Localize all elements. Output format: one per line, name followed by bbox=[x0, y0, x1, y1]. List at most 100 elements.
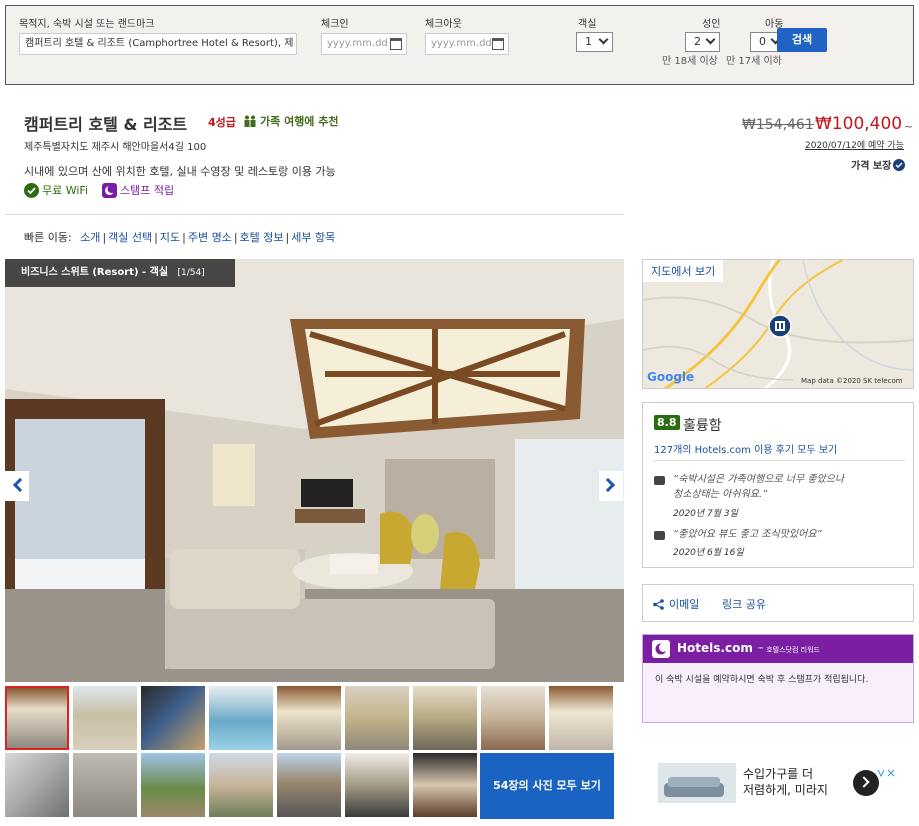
family-text: 가족 여행에 추천 bbox=[260, 115, 339, 128]
children-sub: 만 17세 이하 bbox=[726, 56, 782, 67]
thumbnail[interactable] bbox=[209, 686, 273, 750]
amenity-stamp-text: 스탬프 적립 bbox=[120, 184, 175, 197]
hotel-name: 캠퍼트리 호텔 & 리조트 bbox=[24, 115, 188, 134]
children-value: 0 bbox=[759, 35, 766, 48]
rooms-label: 객실 bbox=[578, 19, 597, 30]
rewards-tag: ™ 호텔스닷컴 리워드 bbox=[757, 646, 820, 654]
google-logo: Google bbox=[647, 370, 695, 384]
hotel-address: 제주특별자치도 제주시 해안마을서4길 100 bbox=[24, 142, 207, 153]
price-date-note[interactable]: 2020/07/12에 예약 가능 bbox=[805, 138, 904, 151]
quick-nav-label: 빠른 이동: bbox=[24, 231, 72, 244]
ad-text: 수입가구를 더 저렴하게, 미라지 bbox=[743, 766, 828, 798]
quote-icon bbox=[654, 531, 665, 540]
checkout-input[interactable]: yyyy.mm.dd bbox=[425, 33, 509, 55]
destination-input[interactable]: 캠퍼트리 호텔 & 리조트 (Camphortree Hotel & Resor… bbox=[19, 33, 297, 55]
quick-nav-hotel-info[interactable]: 호텔 정보 bbox=[240, 231, 284, 244]
share-box: 이메일 링크 공유 bbox=[642, 584, 914, 622]
photo-caption-text: 비즈니스 스위트 (Resort) - 객실 bbox=[21, 267, 169, 278]
view-all-photos-button[interactable]: 54장의 사진 모두 보기 bbox=[480, 753, 614, 819]
quick-nav-map[interactable]: 지도 bbox=[160, 231, 180, 244]
adults-sub: 만 18세 이상 bbox=[662, 56, 718, 67]
checkin-input[interactable]: yyyy.mm.dd bbox=[321, 33, 407, 55]
main-photo[interactable] bbox=[5, 259, 624, 682]
hotel-description: 시내에 있으며 산에 위치한 호텔, 실내 수영장 및 레스토랑 이용 가능 bbox=[24, 165, 336, 178]
thumbnail[interactable] bbox=[5, 753, 69, 817]
price-guarantee[interactable]: 가격 보장 bbox=[851, 157, 906, 172]
calendar-icon[interactable] bbox=[492, 38, 504, 50]
thumbnail[interactable] bbox=[73, 686, 137, 750]
share-link-button[interactable]: 링크 공유 bbox=[722, 596, 766, 612]
calendar-icon[interactable] bbox=[390, 38, 402, 50]
price-tilde: ~ bbox=[904, 120, 914, 133]
room-photo-image bbox=[5, 259, 624, 682]
moon-icon bbox=[652, 640, 670, 658]
view-map-link[interactable]: 지도에서 보기 bbox=[643, 260, 724, 282]
hotel-marker-icon[interactable] bbox=[768, 314, 792, 338]
thumbnail[interactable] bbox=[277, 753, 341, 817]
ad-line: 저렴하게, 미라지 bbox=[743, 783, 828, 797]
review-quote-line: “숙박시설은 가족여행으로 너무 좋았으나 bbox=[673, 474, 845, 485]
family-icon bbox=[244, 115, 256, 127]
review-date: 2020년 7월 3일 bbox=[673, 509, 738, 519]
share-email-text: 이메일 bbox=[669, 598, 700, 611]
ad-line: 수입가구를 더 bbox=[743, 767, 814, 781]
star-rating: 4성급 bbox=[208, 116, 236, 129]
quick-nav-details[interactable]: 세부 항목 bbox=[291, 231, 335, 244]
checkout-placeholder: yyyy.mm.dd bbox=[431, 38, 492, 49]
thumbnail[interactable] bbox=[277, 686, 341, 750]
quick-nav-attractions[interactable]: 주변 명소 bbox=[188, 231, 232, 244]
chevron-right-icon bbox=[600, 477, 616, 493]
thumbnail[interactable] bbox=[549, 686, 613, 750]
checkout-label: 체크아웃 bbox=[425, 19, 462, 30]
all-reviews-link[interactable]: 127개의 Hotels.com 이용 후기 모두 보기 bbox=[654, 441, 837, 456]
review-date: 2020년 6월 16일 bbox=[673, 548, 744, 558]
chevron-right-icon bbox=[858, 776, 870, 788]
rewards-brand: Hotels.com bbox=[677, 641, 753, 655]
map-attribution: Map data ©2020 SK telecom bbox=[801, 377, 903, 385]
quote-icon bbox=[654, 476, 665, 485]
share-email-button[interactable]: 이메일 bbox=[653, 596, 699, 612]
rewards-text: 이 숙박 시설을 예약하시면 숙박 후 스탬프가 적립됩니다. bbox=[655, 675, 869, 685]
thumbnail[interactable] bbox=[413, 753, 477, 817]
thumbnail[interactable] bbox=[73, 753, 137, 817]
thumbnail[interactable] bbox=[345, 686, 409, 750]
original-price: ₩154,461 bbox=[742, 117, 814, 133]
share-icon bbox=[653, 598, 664, 610]
quick-nav-overview[interactable]: 소개 bbox=[80, 231, 100, 244]
prev-photo-button[interactable] bbox=[5, 471, 29, 501]
amenity-wifi: 무료 WiFi bbox=[24, 182, 88, 198]
review-quote: “숙박시설은 가족여행으로 너무 좋았으나 청소상태는 아쉬워요.” bbox=[673, 472, 844, 502]
review-score-word: 훌륭함 bbox=[683, 418, 722, 434]
chevron-left-icon bbox=[12, 477, 28, 493]
thumbnail[interactable] bbox=[5, 686, 69, 750]
adults-value: 2 bbox=[694, 35, 701, 48]
review-quote-line: 청소상태는 아쉬워요.” bbox=[673, 489, 768, 500]
quick-nav-rooms[interactable]: 객실 선택 bbox=[108, 231, 152, 244]
divider bbox=[5, 214, 624, 215]
photo-caption: 비즈니스 스위트 (Resort) - 객실 [1/54] bbox=[5, 259, 235, 287]
divider bbox=[653, 460, 905, 461]
adults-select[interactable]: 2 bbox=[685, 32, 720, 52]
ad-image bbox=[658, 763, 736, 803]
rewards-header: Hotels.com ™ 호텔스닷컴 리워드 bbox=[643, 635, 913, 663]
thumbnail[interactable] bbox=[481, 686, 545, 750]
rooms-select[interactable]: 1 bbox=[576, 32, 613, 52]
amenity-stamp: 스탬프 적립 bbox=[102, 182, 174, 198]
thumbnail[interactable] bbox=[345, 753, 409, 817]
chevron-down-icon bbox=[705, 34, 716, 45]
thumbnail[interactable] bbox=[209, 753, 273, 817]
check-badge-icon bbox=[893, 158, 906, 171]
moon-icon bbox=[102, 182, 117, 198]
search-button[interactable]: 검색 bbox=[777, 28, 827, 52]
ad-close-icon[interactable] bbox=[876, 763, 896, 778]
quick-nav: 빠른 이동: 소개 | 객실 선택 | 지도 | 주변 명소 | 호텔 정보 | 세부 항목 bbox=[24, 231, 336, 244]
thumbnail[interactable] bbox=[413, 686, 477, 750]
checkin-label: 체크인 bbox=[321, 19, 349, 30]
advertisement[interactable]: 수입가구를 더 저렴하게, 미라지 bbox=[658, 763, 898, 803]
review-quote: “좋았어요 뷰도 좋고 조식맛있어요” bbox=[673, 529, 822, 540]
next-photo-button[interactable] bbox=[599, 471, 623, 501]
thumbnail[interactable] bbox=[141, 686, 205, 750]
thumbnail[interactable] bbox=[141, 753, 205, 817]
map-box[interactable]: 지도에서 보기 Google Map data ©2020 SK telecom bbox=[642, 259, 914, 389]
rooms-value: 1 bbox=[585, 35, 592, 48]
